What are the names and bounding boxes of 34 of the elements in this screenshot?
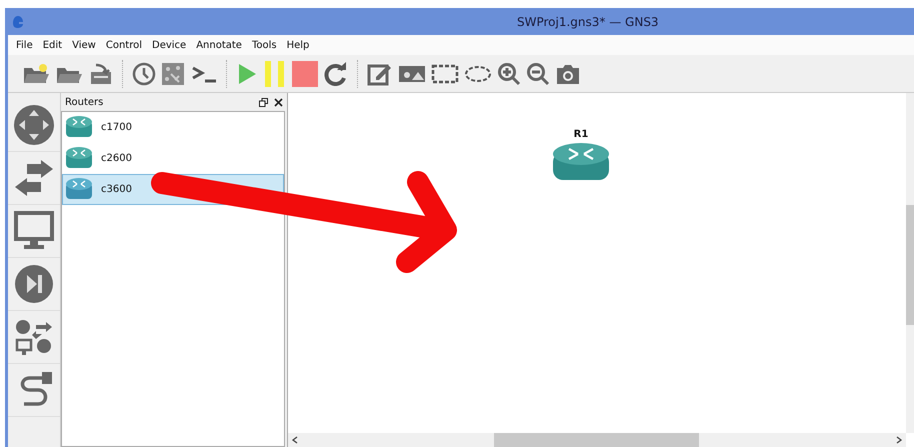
float-icon[interactable] — [259, 98, 268, 106]
scroll-right-icon[interactable] — [896, 436, 902, 444]
menu-item[interactable]: Tools — [252, 40, 277, 50]
save-icon[interactable] — [88, 62, 114, 86]
new-folder-icon[interactable] — [22, 62, 50, 86]
reload-icon[interactable] — [323, 62, 349, 86]
menu-item[interactable]: Control — [106, 40, 142, 50]
router-list-item[interactable]: c2600 — [62, 143, 284, 174]
dock-title: Routers — [65, 96, 104, 108]
play-step-icon[interactable] — [14, 264, 54, 304]
topology-canvas[interactable]: R1 — [287, 93, 914, 447]
menu-item[interactable]: Edit — [42, 40, 62, 50]
node-label: R1 — [574, 129, 588, 140]
scroll-left-icon[interactable] — [292, 436, 298, 444]
horizontal-scrollbar[interactable] — [288, 433, 906, 447]
menu-item[interactable]: Help — [286, 40, 310, 50]
router-list-item[interactable]: c1700 — [62, 112, 284, 143]
edit-note-icon[interactable] — [367, 62, 393, 86]
menu-item[interactable]: File — [16, 40, 33, 50]
zoom-in-icon[interactable] — [497, 62, 521, 86]
all-devices-icon[interactable] — [14, 317, 54, 357]
menu-item[interactable]: Device — [152, 40, 186, 50]
menu-item[interactable]: Annotate — [196, 40, 242, 50]
router-icon[interactable] — [552, 142, 610, 182]
app-icon — [12, 14, 24, 28]
window-title: SWProj1.gns3* — GNS3 — [517, 14, 659, 28]
switch-arrows-icon[interactable] — [13, 160, 55, 196]
monitor-icon[interactable] — [14, 211, 54, 251]
router-category-icon[interactable] — [13, 104, 55, 146]
zoom-out-icon[interactable] — [526, 62, 550, 86]
vertical-scrollbar[interactable] — [906, 93, 914, 433]
menu-item[interactable]: View — [72, 40, 96, 50]
close-icon[interactable] — [274, 98, 283, 106]
clock-icon[interactable] — [132, 62, 156, 86]
